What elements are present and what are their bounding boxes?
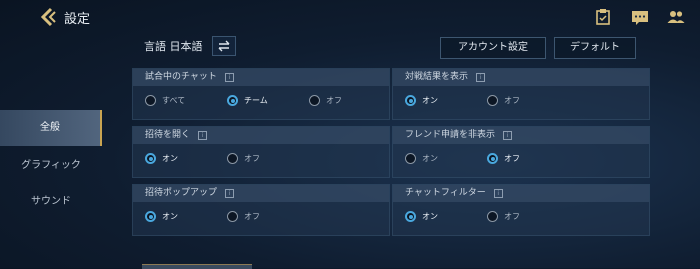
option-on[interactable]: オン <box>405 95 438 106</box>
radio-icon[interactable] <box>227 153 238 164</box>
info-icon[interactable]: i <box>503 131 513 140</box>
radio-icon[interactable] <box>309 95 320 106</box>
chat-icon[interactable] <box>630 8 650 26</box>
info-icon[interactable]: i <box>225 189 235 198</box>
option-on[interactable]: オン <box>405 211 438 222</box>
info-icon[interactable]: i <box>224 73 234 82</box>
clipboard-icon[interactable] <box>594 8 614 26</box>
option-off[interactable]: オフ <box>309 95 342 106</box>
page-title: 設定 <box>64 12 91 27</box>
panel-title: 試合中のチャット <box>145 72 217 82</box>
option-off[interactable]: オフ <box>487 153 520 164</box>
radio-selected-icon[interactable] <box>405 211 416 222</box>
radio-icon[interactable] <box>145 95 156 106</box>
panel-hide-friend-requests: フレンド申請を非表示 i オン オフ <box>392 126 650 178</box>
radio-icon[interactable] <box>227 211 238 222</box>
info-icon[interactable]: i <box>493 189 503 198</box>
option-off[interactable]: オフ <box>227 211 260 222</box>
language-swap-button[interactable] <box>212 36 236 56</box>
swap-icon <box>218 40 230 52</box>
bottom-button-edge[interactable] <box>142 264 252 269</box>
panel-ingame-chat: 試合中のチャット i すべて チーム オフ <box>132 68 390 120</box>
top-bar: 設定 <box>0 0 700 34</box>
radio-selected-icon[interactable] <box>227 95 238 106</box>
panel-invite-popup: 招待ポップアップ i オン オフ <box>132 184 390 236</box>
back-chevron-icon[interactable] <box>38 6 60 28</box>
language-label: 言語 日本語 <box>144 40 203 53</box>
friends-icon[interactable] <box>666 8 686 26</box>
default-button[interactable]: デフォルト <box>554 37 636 59</box>
option-off[interactable]: オフ <box>487 95 520 106</box>
radio-icon[interactable] <box>405 153 416 164</box>
panel-show-match-results: 対戦結果を表示 i オン オフ <box>392 68 650 120</box>
radio-selected-icon[interactable] <box>405 95 416 106</box>
panel-title: 招待を開く <box>145 130 191 140</box>
radio-selected-icon[interactable] <box>145 153 156 164</box>
sidebar-item-sound[interactable]: サウンド <box>0 184 102 220</box>
radio-selected-icon[interactable] <box>487 153 498 164</box>
sidebar-item-graphics[interactable]: グラフィック <box>0 148 102 184</box>
option-all[interactable]: すべて <box>145 95 185 106</box>
info-icon[interactable]: i <box>198 131 208 140</box>
panel-open-invites: 招待を開く i オン オフ <box>132 126 390 178</box>
panel-chat-filter: チャットフィルター i オン オフ <box>392 184 650 236</box>
settings-sidebar: 全般 グラフィック サウンド <box>0 110 102 220</box>
option-off[interactable]: オフ <box>487 211 520 222</box>
radio-icon[interactable] <box>487 95 498 106</box>
option-off[interactable]: オフ <box>227 153 260 164</box>
panel-title: 招待ポップアップ <box>145 188 218 198</box>
option-team[interactable]: チーム <box>227 95 268 106</box>
panel-title: 対戦結果を表示 <box>405 72 469 82</box>
option-on[interactable]: オン <box>145 211 178 222</box>
option-on[interactable]: オン <box>405 153 438 164</box>
radio-icon[interactable] <box>487 211 498 222</box>
option-on[interactable]: オン <box>145 153 178 164</box>
radio-selected-icon[interactable] <box>145 211 156 222</box>
sidebar-item-general[interactable]: 全般 <box>0 110 102 146</box>
account-settings-button[interactable]: アカウント設定 <box>440 37 546 59</box>
info-icon[interactable]: i <box>476 73 486 82</box>
panel-title: チャットフィルター <box>405 188 486 198</box>
panel-title: フレンド申請を非表示 <box>405 130 496 140</box>
